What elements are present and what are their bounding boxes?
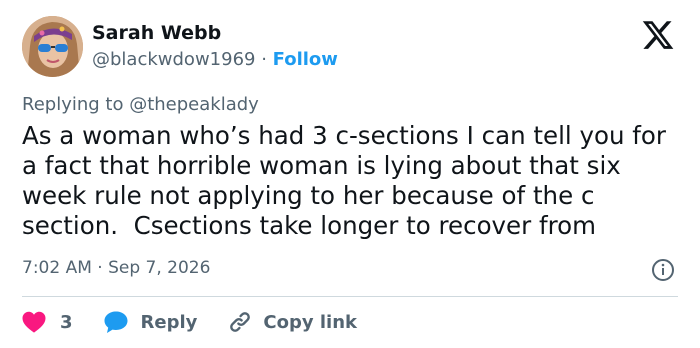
copy-link-button[interactable]: Copy link (227, 309, 357, 335)
divider (22, 296, 678, 297)
tweet-time: 7:02 AM (22, 258, 92, 278)
action-bar: 3 Reply Copy link (22, 308, 357, 336)
like-count: 3 (60, 311, 73, 333)
author-name[interactable]: Sarah Webb (92, 22, 221, 44)
timestamp[interactable]: 7:02 AM · Sep 7, 2026 (22, 258, 210, 278)
tweet-date: Sep 7, 2026 (108, 258, 211, 278)
link-icon (230, 312, 251, 332)
reply-label: Reply (140, 311, 198, 333)
author-handle-row: @blackwdow1969 · Follow (92, 49, 338, 70)
tweet-text: As a woman who’s had 3 c-sections I can … (22, 121, 674, 240)
x-logo-icon[interactable] (640, 18, 676, 52)
replying-to: Replying to @thepeaklady (22, 94, 259, 115)
info-icon[interactable] (651, 258, 675, 282)
time-separator: · (91, 258, 109, 278)
avatar-image (22, 16, 83, 77)
reply-bubble-icon (104, 311, 128, 333)
copy-link-label: Copy link (263, 311, 357, 333)
follow-button[interactable]: Follow (273, 49, 338, 70)
like-button[interactable]: 3 (22, 311, 73, 333)
replying-to-prefix: Replying to (22, 94, 130, 115)
avatar[interactable] (22, 16, 83, 77)
handle-separator: · (255, 49, 273, 70)
heart-icon (22, 311, 46, 333)
author-handle[interactable]: @blackwdow1969 (92, 49, 255, 70)
reply-mention-link[interactable]: @thepeaklady (129, 94, 259, 115)
reply-button[interactable]: Reply (103, 310, 198, 334)
